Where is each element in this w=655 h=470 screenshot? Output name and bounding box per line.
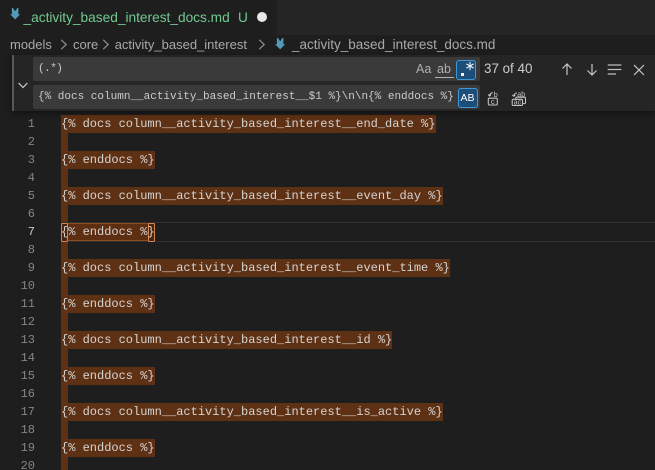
svg-text:ab: ab [517, 91, 525, 98]
svg-text:c: c [491, 96, 495, 105]
svg-text:ac: ac [514, 99, 522, 106]
